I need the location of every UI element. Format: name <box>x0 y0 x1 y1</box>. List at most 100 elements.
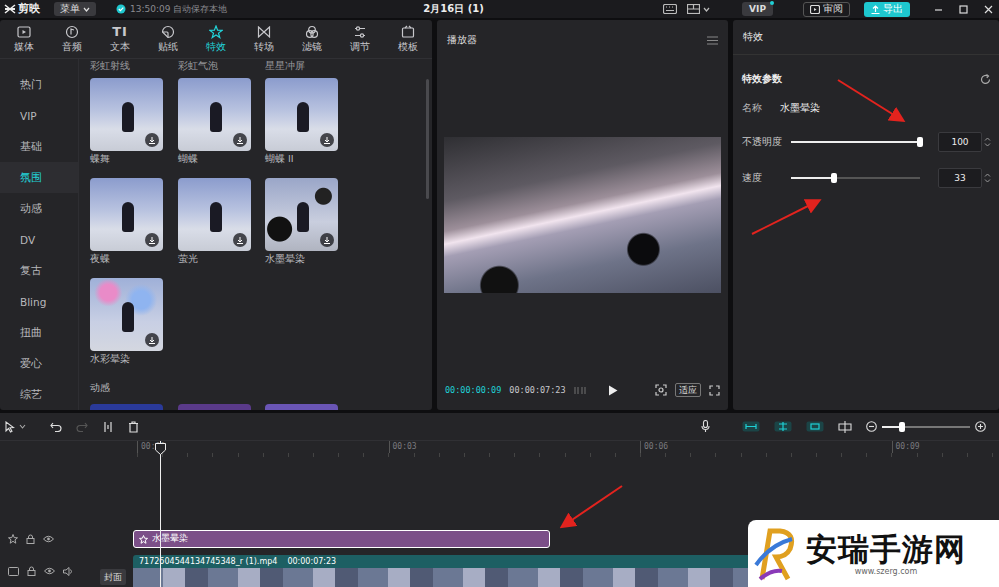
effect-card[interactable]: 水墨晕染 <box>265 178 338 267</box>
download-icon[interactable] <box>323 236 331 244</box>
review-label[interactable]: 审阅 <box>823 3 843 16</box>
effect-clip[interactable]: 水墨晕染 <box>133 530 550 548</box>
cover-button[interactable]: 封面 <box>100 569 126 585</box>
effect-thumbnail[interactable] <box>265 178 338 251</box>
zoom-slider[interactable] <box>882 426 970 428</box>
category-item[interactable]: 热门 <box>0 69 78 100</box>
effect-label[interactable]: 星星冲屏 <box>265 59 338 73</box>
param-input[interactable]: 33 <box>938 168 982 188</box>
zoom-knob[interactable] <box>899 422 905 432</box>
fit-button[interactable]: 适应 <box>675 383 701 397</box>
download-button[interactable] <box>320 233 334 247</box>
effect-thumbnail[interactable] <box>265 78 338 151</box>
effect-thumbnail[interactable] <box>178 78 251 151</box>
effect-thumbnail[interactable] <box>178 404 251 410</box>
resource-tab[interactable]: TI 文本 <box>96 20 144 58</box>
inspector-tab[interactable]: 特效 <box>743 30 763 44</box>
effect-thumbnail[interactable] <box>90 78 163 151</box>
effect-label[interactable]: 水墨晕染 <box>265 251 338 267</box>
adjust-icon[interactable] <box>353 25 367 39</box>
download-icon[interactable] <box>236 136 244 144</box>
category-item[interactable]: 复古 <box>0 255 78 286</box>
sticker-icon[interactable] <box>161 25 175 39</box>
playhead[interactable] <box>160 441 161 587</box>
align-icon[interactable] <box>838 421 852 433</box>
effect-star-icon[interactable] <box>209 25 223 39</box>
eye-icon[interactable] <box>43 535 54 543</box>
resource-tab[interactable]: 模板 <box>384 20 432 58</box>
tab-label[interactable]: 音频 <box>62 41 82 54</box>
review-button[interactable]: 审阅 <box>803 2 850 17</box>
tab-label[interactable]: 调节 <box>350 41 370 54</box>
effect-card[interactable]: 蝴蝶 II <box>265 78 338 167</box>
focus-icon[interactable] <box>655 384 667 396</box>
step-down-icon[interactable] <box>984 143 991 147</box>
download-button[interactable] <box>145 233 159 247</box>
download-icon[interactable] <box>323 136 331 144</box>
category-item[interactable]: 氛围 <box>0 162 78 193</box>
menu-label[interactable]: 菜单 <box>60 2 80 16</box>
filter-icon[interactable] <box>305 25 319 39</box>
stepper[interactable] <box>984 137 991 147</box>
menu-icon[interactable] <box>707 36 718 45</box>
tab-label[interactable]: 转场 <box>254 41 274 54</box>
download-button[interactable] <box>145 133 159 147</box>
effect-card[interactable]: 夜蝶 <box>90 178 163 267</box>
slider-knob[interactable] <box>917 137 923 147</box>
effect-label[interactable]: 蝴蝶 <box>178 151 251 167</box>
step-up-icon[interactable] <box>984 173 991 177</box>
effect-label[interactable]: 蝶舞 <box>90 151 163 167</box>
vip-label[interactable]: VIP <box>749 4 766 14</box>
effect-label[interactable]: 夜蝶 <box>90 251 163 267</box>
resource-tab[interactable]: 转场 <box>240 20 288 58</box>
tab-label[interactable]: 特效 <box>206 41 226 54</box>
close-icon[interactable] <box>984 5 993 14</box>
effect-card[interactable]: 蝴蝶 <box>178 78 251 167</box>
microphone-icon[interactable] <box>701 420 710 433</box>
slider-track[interactable] <box>791 141 920 143</box>
resource-tab[interactable]: 贴纸 <box>144 20 192 58</box>
category-item[interactable]: 综艺 <box>0 379 78 410</box>
zoom-in-icon[interactable] <box>975 421 986 432</box>
stepper[interactable] <box>984 173 991 183</box>
undo-icon[interactable] <box>50 422 62 432</box>
tab-label[interactable]: 文本 <box>110 41 130 54</box>
audio-icon[interactable] <box>65 25 79 39</box>
download-button[interactable] <box>233 133 247 147</box>
tab-label[interactable]: 滤镜 <box>302 41 322 54</box>
effect-thumbnail[interactable] <box>90 278 163 351</box>
tab-label[interactable]: 媒体 <box>14 41 34 54</box>
eye-icon[interactable] <box>44 567 55 575</box>
media-icon[interactable] <box>17 25 31 39</box>
category-item[interactable]: 基础 <box>0 131 78 162</box>
text-icon[interactable]: TI <box>112 25 128 39</box>
effect-label[interactable]: 彩虹气泡 <box>178 59 251 73</box>
split-icon[interactable] <box>102 421 114 433</box>
fullscreen-icon[interactable] <box>709 385 720 396</box>
step-up-icon[interactable] <box>984 137 991 141</box>
effect-label[interactable]: 水彩晕染 <box>90 351 163 367</box>
layout-icon[interactable] <box>687 4 700 14</box>
step-down-icon[interactable] <box>984 179 991 183</box>
category-item[interactable]: DV <box>0 224 78 255</box>
resource-tab[interactable]: 音频 <box>48 20 96 58</box>
reset-icon[interactable] <box>980 74 991 85</box>
redo-icon[interactable] <box>76 422 88 432</box>
transition-icon[interactable] <box>257 25 271 39</box>
maximize-icon[interactable] <box>959 5 968 14</box>
effect-card[interactable]: 蝶舞 <box>90 78 163 167</box>
export-button[interactable]: 导出 <box>864 2 910 17</box>
playhead-handle-icon[interactable] <box>155 443 166 455</box>
param-input[interactable]: 100 <box>938 132 982 152</box>
slider-knob[interactable] <box>831 173 837 183</box>
effect-card[interactable]: 萤光 <box>178 178 251 267</box>
lock-icon[interactable] <box>27 566 36 576</box>
video-clip-duration[interactable]: 00:00:07:23 <box>287 555 336 568</box>
download-button[interactable] <box>233 233 247 247</box>
minimize-icon[interactable] <box>934 5 943 14</box>
select-tool[interactable] <box>5 421 26 433</box>
category-item[interactable]: VIP <box>0 100 78 131</box>
category-item[interactable]: 扭曲 <box>0 317 78 348</box>
download-button[interactable] <box>145 333 159 347</box>
export-label[interactable]: 导出 <box>883 3 903 16</box>
